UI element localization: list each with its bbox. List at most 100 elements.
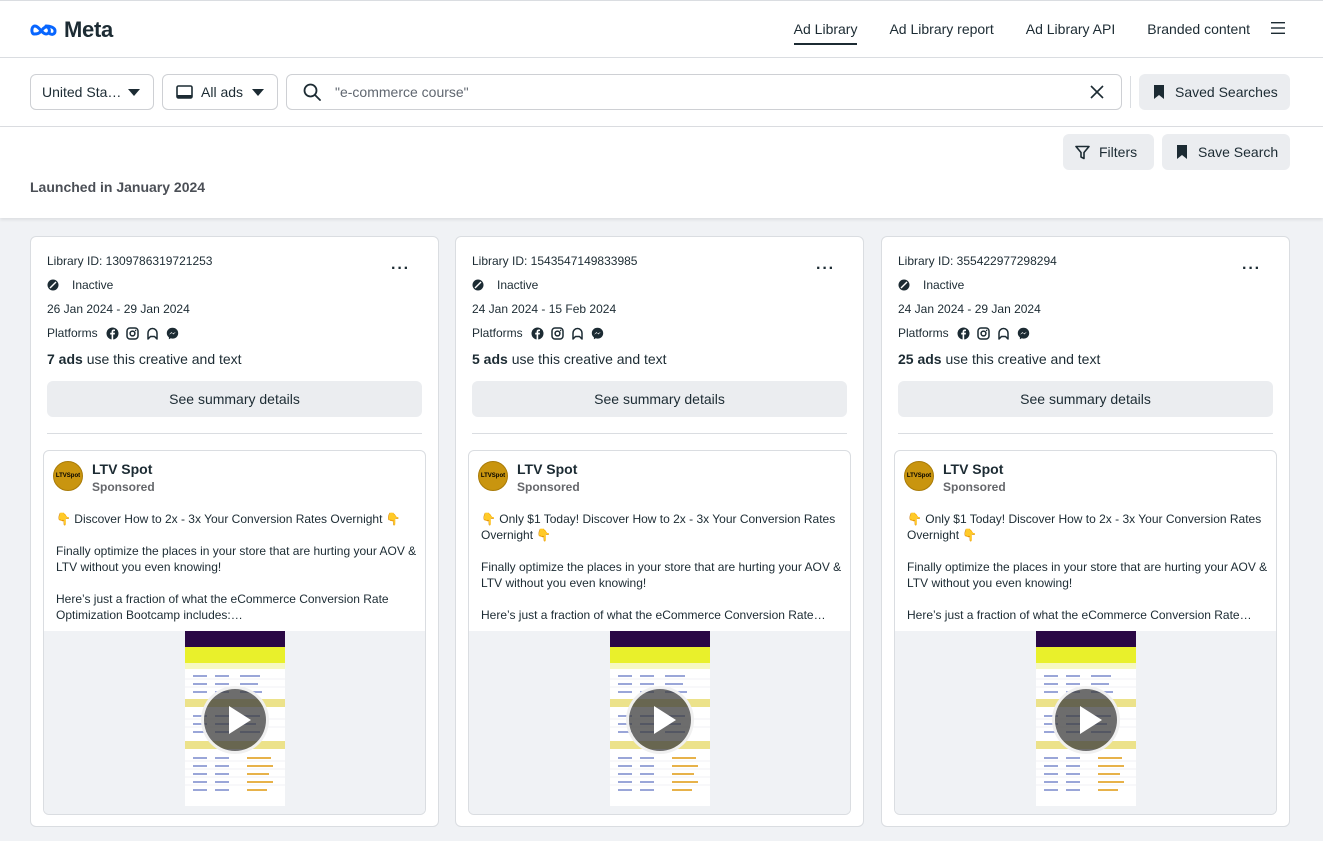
divider — [898, 433, 1273, 434]
run-dates: 26 Jan 2024 - 29 Jan 2024 — [47, 302, 190, 316]
avatar[interactable]: LTVSpot — [53, 461, 83, 491]
ads-count: 25 ads — [898, 351, 942, 367]
nav-ad-library-api[interactable]: Ad Library API — [1026, 1, 1116, 57]
ad-type-select[interactable]: All ads — [162, 74, 278, 110]
ads-count-suffix: use this creative and text — [941, 351, 1101, 367]
ads-count-suffix: use this creative and text — [82, 351, 242, 367]
see-summary-details-button[interactable]: See summary details — [47, 381, 422, 417]
page-name[interactable]: LTV Spot — [943, 461, 1003, 477]
ad-body-paragraph: Finally optimize the places in your stor… — [481, 560, 842, 590]
ad-body-paragraph: Here’s just a fraction of what the eComm… — [481, 608, 826, 622]
see-summary-details-button[interactable]: See summary details — [472, 381, 847, 417]
ad-creative-preview: LTVSpot LTV Spot Sponsored 👇 Only $1 Tod… — [468, 450, 851, 815]
tablet-icon — [176, 84, 193, 99]
nav-branded-content[interactable]: Branded content — [1147, 1, 1250, 57]
library-id: Library ID: 355422977298294 — [898, 254, 1057, 268]
audience-network-icon — [146, 327, 158, 340]
filters-label: Filters — [1099, 144, 1138, 160]
play-icon[interactable] — [201, 686, 269, 754]
ad-body-paragraph: 👇 Only $1 Today! Discover How to 2x - 3x… — [481, 512, 836, 542]
search-icon — [303, 83, 321, 101]
ad-type-label: All ads — [201, 84, 244, 100]
ad-body-text: 👇 Only $1 Today! Discover How to 2x - 3x… — [907, 511, 1269, 639]
search-box — [286, 74, 1122, 110]
platforms-row: Platforms — [47, 326, 179, 340]
launched-heading: Launched in January 2024 — [30, 179, 206, 195]
messenger-icon — [166, 327, 178, 339]
inactive-status-icon — [472, 279, 484, 291]
divider — [472, 433, 847, 434]
run-dates: 24 Jan 2024 - 15 Feb 2024 — [472, 302, 617, 316]
search-input[interactable] — [335, 82, 1075, 102]
run-dates: 24 Jan 2024 - 29 Jan 2024 — [898, 302, 1041, 316]
menu-icon[interactable] — [1271, 21, 1285, 35]
status-row: Inactive — [47, 278, 113, 292]
messenger-icon — [1017, 327, 1029, 339]
sponsored-label: Sponsored — [92, 480, 155, 494]
more-options-icon[interactable]: ··· — [816, 260, 835, 278]
play-icon[interactable] — [626, 686, 694, 754]
meta-logo[interactable]: Meta — [30, 17, 113, 43]
divider — [1130, 76, 1131, 108]
ad-card: Library ID: 1543547149833985 ··· Inactiv… — [455, 236, 864, 827]
bookmark-icon — [1177, 145, 1187, 159]
video-media[interactable] — [44, 631, 425, 814]
status-text: Inactive — [72, 278, 114, 292]
sponsored-label: Sponsored — [517, 480, 580, 494]
nav-links: Ad Library Ad Library report Ad Library … — [793, 1, 1250, 57]
status-row: Inactive — [472, 278, 538, 292]
nav-ad-library[interactable]: Ad Library — [793, 1, 857, 57]
ads-count-row: 7 ads use this creative and text — [47, 351, 242, 367]
ads-count-suffix: use this creative and text — [507, 351, 667, 367]
play-icon[interactable] — [1052, 686, 1120, 754]
library-id: Library ID: 1543547149833985 — [472, 254, 638, 268]
inactive-status-icon — [898, 279, 910, 291]
chevron-down-icon — [252, 89, 264, 96]
filter-icon — [1075, 145, 1090, 159]
audience-network-icon — [997, 327, 1009, 340]
ad-creative-preview: LTVSpot LTV Spot Sponsored 👇 Only $1 Tod… — [894, 450, 1277, 815]
status-text: Inactive — [923, 278, 965, 292]
more-options-icon[interactable]: ··· — [391, 260, 410, 278]
instagram-icon — [125, 326, 139, 340]
platforms-row: Platforms — [898, 326, 1030, 340]
ad-body-paragraph: Finally optimize the places in your stor… — [56, 544, 417, 574]
ad-body-paragraph: 👇 Discover How to 2x - 3x Your Conversio… — [56, 512, 401, 526]
video-media[interactable] — [469, 631, 850, 814]
ads-count: 5 ads — [472, 351, 508, 367]
video-media[interactable] — [895, 631, 1276, 814]
more-options-icon[interactable]: ··· — [1242, 260, 1261, 278]
avatar[interactable]: LTVSpot — [904, 461, 934, 491]
filters-button[interactable]: Filters — [1063, 134, 1154, 170]
search-bar: United Sta… All ads Saved Searches — [0, 58, 1323, 127]
page-name[interactable]: LTV Spot — [92, 461, 152, 477]
see-summary-details-button[interactable]: See summary details — [898, 381, 1273, 417]
ads-count-row: 5 ads use this creative and text — [472, 351, 667, 367]
results-header: Filters Save Search Launched in January … — [0, 127, 1323, 218]
save-search-button[interactable]: Save Search — [1162, 134, 1290, 170]
platforms-label: Platforms — [472, 326, 523, 340]
status-row: Inactive — [898, 278, 964, 292]
messenger-icon — [591, 327, 603, 339]
ad-body-paragraph: Finally optimize the places in your stor… — [907, 560, 1268, 590]
ad-body-text: 👇 Discover How to 2x - 3x Your Conversio… — [56, 511, 418, 639]
ad-body-paragraph: 👇 Only $1 Today! Discover How to 2x - 3x… — [907, 512, 1262, 542]
inactive-status-icon — [47, 279, 59, 291]
avatar[interactable]: LTVSpot — [478, 461, 508, 491]
saved-searches-label: Saved Searches — [1175, 84, 1278, 100]
country-select-label: United Sta… — [42, 84, 122, 100]
ad-card: Library ID: 1309786319721253 ··· Inactiv… — [30, 236, 439, 827]
meta-infinity-icon — [30, 24, 57, 36]
ad-body-text: 👇 Only $1 Today! Discover How to 2x - 3x… — [481, 511, 843, 639]
instagram-icon — [550, 326, 564, 340]
country-select[interactable]: United Sta… — [30, 74, 154, 110]
divider — [47, 433, 422, 434]
sponsored-label: Sponsored — [943, 480, 1006, 494]
save-search-label: Save Search — [1198, 144, 1279, 160]
top-navigation: Meta Ad Library Ad Library report Ad Lib… — [0, 0, 1323, 58]
status-text: Inactive — [497, 278, 539, 292]
saved-searches-button[interactable]: Saved Searches — [1139, 74, 1290, 110]
page-name[interactable]: LTV Spot — [517, 461, 577, 477]
nav-ad-library-report[interactable]: Ad Library report — [889, 1, 993, 57]
clear-icon[interactable] — [1090, 85, 1104, 99]
